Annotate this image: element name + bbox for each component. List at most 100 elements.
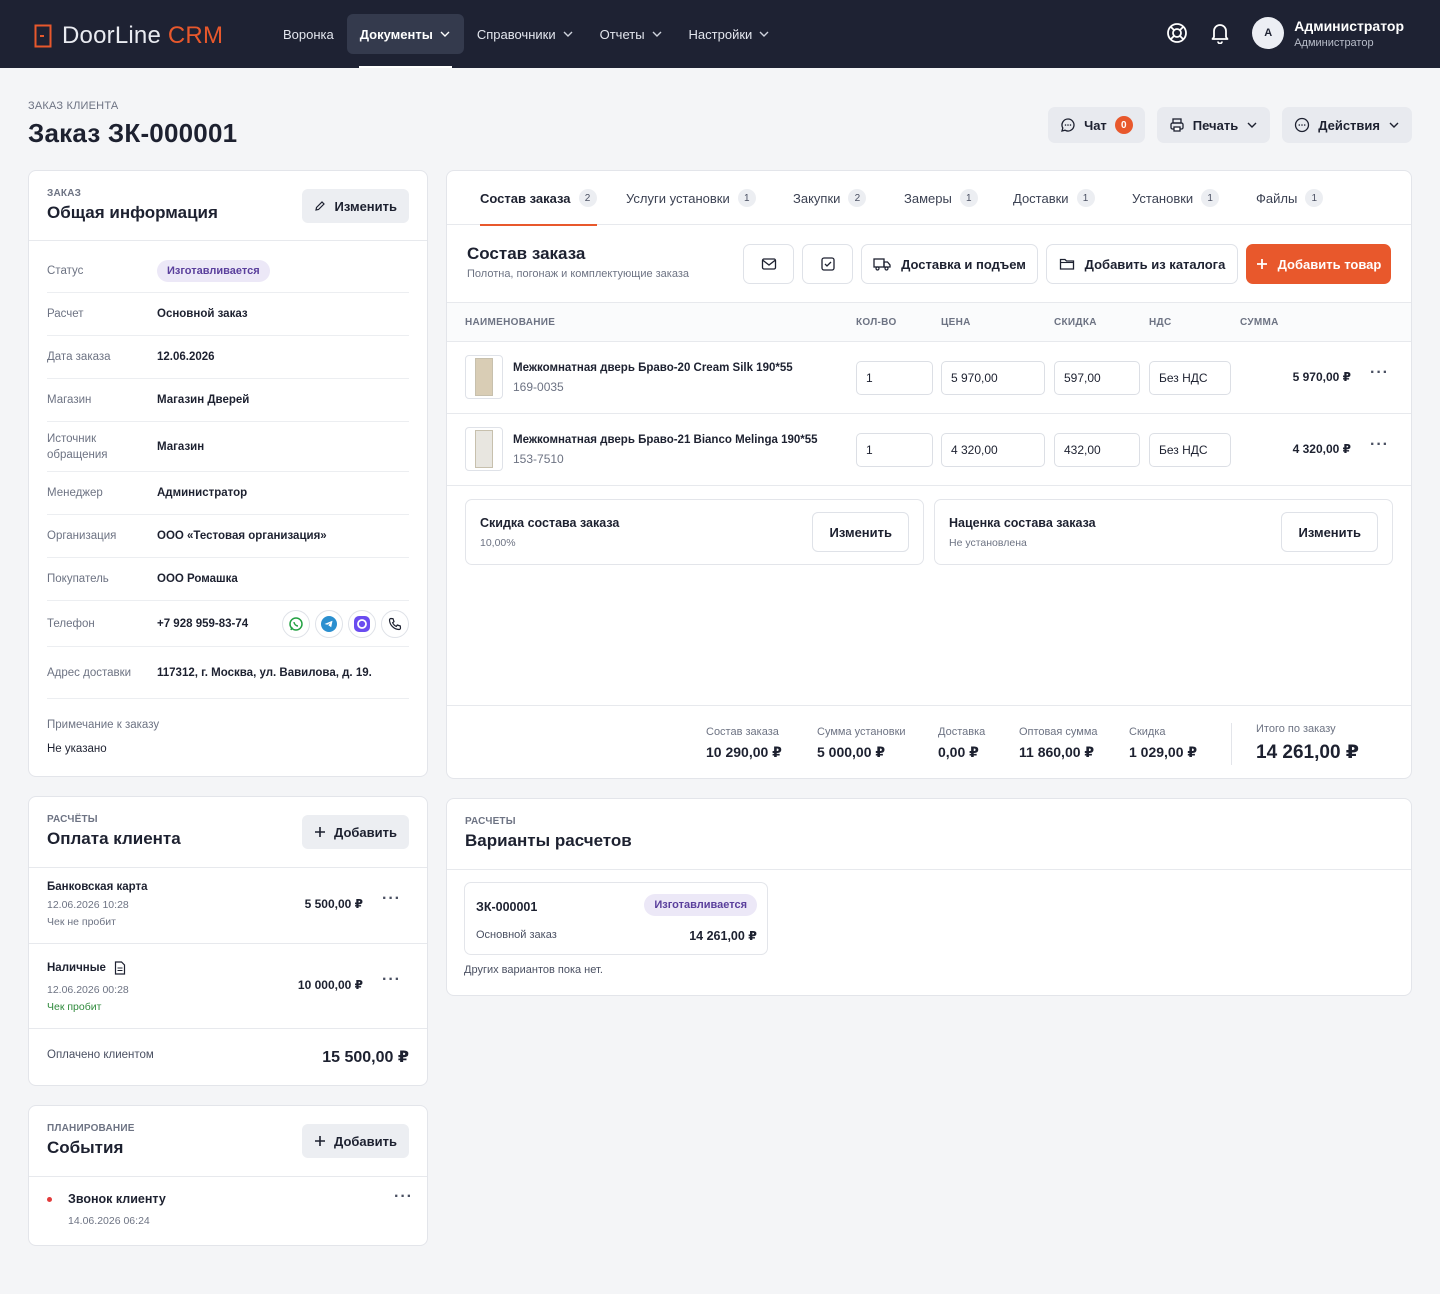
product-name[interactable]: Межкомнатная дверь Браво-21 Bianco Melin… — [513, 434, 818, 446]
product-thumbnail[interactable] — [465, 427, 503, 471]
chevron-down-icon — [651, 28, 663, 40]
page-header: ЗАКАЗ КЛИЕНТА Заказ ЗК-000001 — [28, 100, 237, 149]
bell-icon[interactable] — [1210, 22, 1230, 44]
print-button[interactable]: Печать — [1156, 107, 1271, 143]
product-sku: 153-7510 — [513, 452, 564, 466]
variants-empty-text: Других вариантов пока нет. — [464, 964, 603, 976]
vat-select[interactable]: Без НДС — [1149, 361, 1231, 395]
product-name[interactable]: Межкомнатная дверь Браво-20 Cream Silk 1… — [513, 362, 793, 374]
phone-call-icon[interactable] — [381, 609, 409, 638]
help-lifebuoy-icon[interactable] — [1166, 22, 1188, 44]
add-label: Добавить — [334, 1133, 397, 1149]
tabs: Состав заказа 2 Услуги установки 1 Закупки… — [447, 171, 1411, 226]
nav-directories[interactable]: Справочники — [464, 14, 587, 54]
logo-door-icon — [34, 24, 52, 48]
tab-composition[interactable]: Состав заказа 2 — [480, 171, 597, 226]
info-value: Магазин Дверей — [157, 394, 250, 406]
actions-button[interactable]: Действия — [1282, 107, 1412, 143]
add-from-catalog-button[interactable]: Добавить из каталога — [1046, 244, 1238, 284]
tab-purchases[interactable]: Закупки 2 — [793, 171, 867, 225]
info-value: ООО Ромашка — [157, 573, 238, 585]
tab-files[interactable]: Файлы 1 — [1256, 171, 1324, 225]
total-value: 10 290,00 ₽ — [706, 744, 782, 760]
tab-count: 1 — [737, 189, 756, 207]
more-dots-icon[interactable]: ··· — [382, 890, 401, 908]
variants-card: РАСЧЕТЫ Варианты расчетов ЗК-000001 Изго… — [446, 798, 1412, 996]
card-title: Варианты расчетов — [465, 831, 632, 850]
folder-icon — [1059, 257, 1075, 271]
info-row-store: Магазин Магазин Дверей — [47, 379, 409, 422]
nav-documents[interactable]: Документы — [346, 14, 464, 68]
info-row-phone: Телефон +7 928 959-83-74 — [47, 601, 409, 647]
info-row-source: Источник обращения Магазин — [47, 422, 409, 472]
messenger-buttons — [282, 609, 409, 638]
pencil-icon — [314, 200, 326, 212]
event-title[interactable]: Звонок клиенту — [68, 1192, 166, 1206]
chat-button[interactable]: Чат 0 — [1048, 107, 1145, 143]
status-badge: Изготавливается — [157, 260, 270, 282]
more-dots-icon[interactable]: ··· — [394, 1188, 413, 1206]
product-thumbnail[interactable] — [465, 355, 503, 399]
total-value: 11 860,00 ₽ — [1019, 744, 1095, 760]
nav-settings[interactable]: Настройки — [676, 14, 784, 54]
nav-funnel[interactable]: Воронка — [270, 14, 347, 54]
total-value: 0,00 ₽ — [938, 744, 979, 760]
door-image — [475, 358, 493, 396]
info-label: Источник обращения — [47, 432, 108, 461]
total-label: Скидка — [1129, 726, 1166, 738]
tab-installations[interactable]: Установки 1 — [1132, 171, 1220, 225]
info-label: Телефон — [47, 617, 95, 630]
edit-markup-button[interactable]: Изменить — [1281, 512, 1378, 552]
add-payment-button[interactable]: Добавить — [302, 815, 409, 849]
nav-reports[interactable]: Отчеты — [587, 14, 676, 54]
email-button[interactable] — [743, 244, 794, 284]
edit-order-button[interactable]: Изменить — [302, 189, 409, 223]
more-dots-icon[interactable]: ··· — [1370, 364, 1389, 382]
tab-install-services[interactable]: Услуги установки 1 — [626, 171, 756, 225]
box-value: Не установлена — [949, 537, 1027, 549]
phone-value[interactable]: +7 928 959-83-74 — [157, 618, 248, 630]
discount-input[interactable]: 432,00 — [1054, 433, 1140, 467]
paid-value: 15 500,00 ₽ — [322, 1049, 409, 1066]
tab-measurements[interactable]: Замеры 1 — [904, 171, 978, 225]
plus-icon — [314, 826, 326, 838]
more-dots-icon[interactable]: ··· — [382, 971, 401, 989]
payment-date: 12.06.2026 10:28 — [47, 899, 129, 911]
tab-label: Услуги установки — [626, 190, 730, 206]
tab-deliveries[interactable]: Доставки 1 — [1013, 171, 1095, 225]
qty-input[interactable]: 1 — [856, 433, 933, 467]
more-dots-icon[interactable]: ··· — [1370, 436, 1389, 454]
tab-count: 1 — [959, 189, 978, 207]
payment-date: 12.06.2026 00:28 — [47, 984, 129, 996]
user-name: Администратор — [1294, 17, 1404, 34]
user-menu[interactable]: A Администратор Администратор — [1252, 17, 1404, 49]
payment-check-status: Чек пробит — [47, 1001, 102, 1013]
variant-card[interactable]: ЗК-000001 Изготавливается Основной заказ… — [464, 882, 768, 955]
whatsapp-icon[interactable] — [282, 609, 310, 638]
edit-discount-button[interactable]: Изменить — [812, 512, 909, 552]
chevron-down-icon — [1388, 119, 1400, 131]
print-label: Печать — [1192, 117, 1239, 133]
user-role: Администратор — [1294, 36, 1374, 49]
qty-input[interactable]: 1 — [856, 361, 933, 395]
check-task-button[interactable] — [802, 244, 853, 284]
price-input[interactable]: 5 970,00 — [941, 361, 1045, 395]
price-input[interactable]: 4 320,00 — [941, 433, 1045, 467]
tab-label: Доставки — [1013, 190, 1069, 206]
delivery-lift-button[interactable]: Доставка и подъем — [861, 244, 1038, 284]
payment-item: Наличные 12.06.2026 00:28 Чек пробит 10 … — [29, 944, 427, 1029]
add-event-button[interactable]: Добавить — [302, 1124, 409, 1158]
totals-divider — [1231, 723, 1232, 765]
info-value: Основной заказ — [157, 308, 248, 320]
tab-label: Состав заказа — [480, 190, 571, 206]
receipt-doc-icon[interactable] — [114, 961, 126, 975]
logo[interactable]: DoorLine CRM — [34, 22, 223, 50]
tab-count: 2 — [848, 189, 867, 207]
discount-input[interactable]: 597,00 — [1054, 361, 1140, 395]
telegram-icon[interactable] — [315, 609, 343, 638]
col-qty: КОЛ-ВО — [856, 317, 897, 328]
vat-select[interactable]: Без НДС — [1149, 433, 1231, 467]
add-product-button[interactable]: Добавить товар — [1246, 244, 1391, 284]
total-item: Доставка 0,00 ₽ — [938, 726, 985, 761]
max-messenger-icon[interactable] — [348, 609, 376, 638]
